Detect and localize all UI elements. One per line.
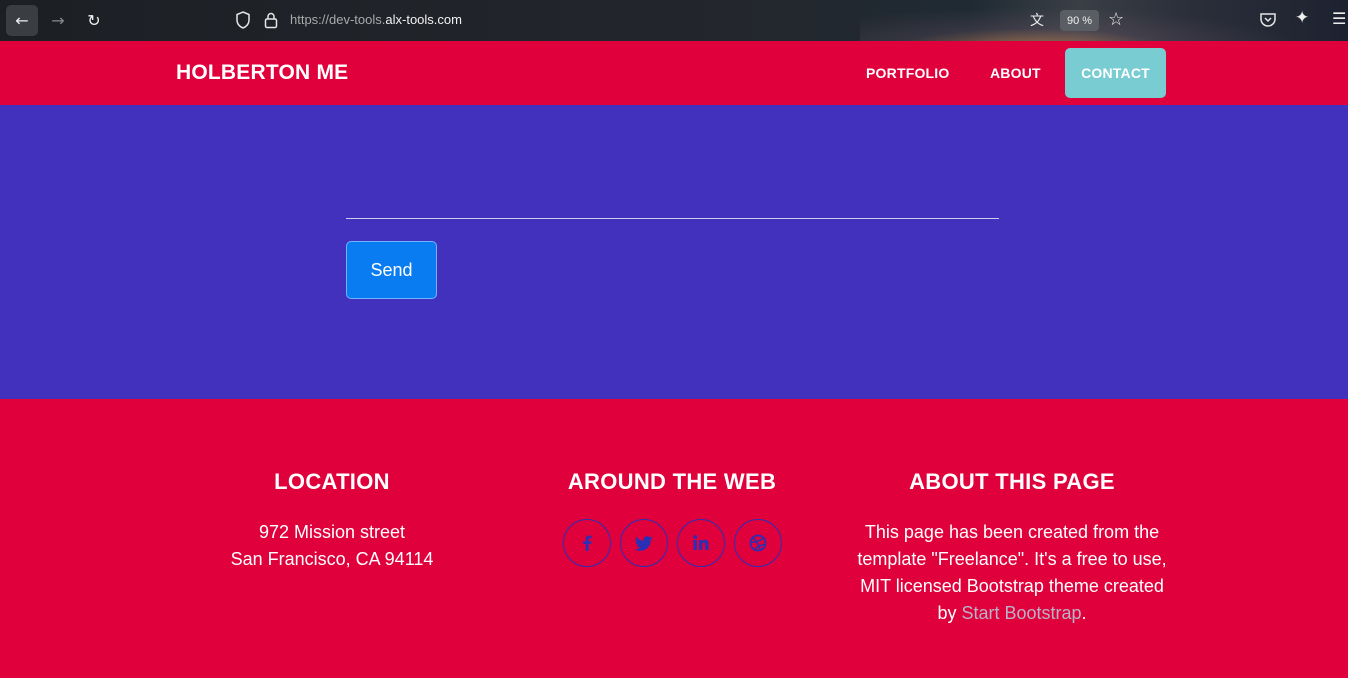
linkedin-link[interactable]: [676, 519, 725, 567]
lock-icon[interactable]: [262, 10, 280, 30]
nav-about[interactable]: ABOUT: [990, 65, 1041, 81]
pocket-icon[interactable]: [1258, 10, 1278, 30]
address-line-1: 972 Mission street: [258, 522, 406, 542]
dribbble-icon: [749, 534, 766, 552]
twitter-icon: [634, 536, 652, 551]
back-icon[interactable]: ←: [6, 5, 38, 36]
footer-location: LOCATION 972 Mission street San Francisc…: [182, 469, 482, 573]
footer-about: ABOUT THIS PAGE This page has been creat…: [852, 469, 1172, 627]
nav-portfolio[interactable]: PORTFOLIO: [866, 65, 949, 81]
footer: LOCATION 972 Mission street San Francisc…: [0, 399, 1348, 678]
site-navbar: HOLBERTON ME PORTFOLIO ABOUT CONTACT: [0, 41, 1348, 105]
translate-icon[interactable]: 文: [1030, 10, 1050, 30]
reload-icon[interactable]: ↻: [78, 5, 110, 36]
brand-logo[interactable]: HOLBERTON ME: [176, 61, 348, 85]
url-host: alx-tools.com: [385, 12, 462, 27]
location-title: LOCATION: [274, 469, 390, 494]
twitter-link[interactable]: [619, 519, 668, 567]
start-bootstrap-link[interactable]: Start Bootstrap: [961, 603, 1081, 623]
facebook-link[interactable]: [562, 519, 611, 567]
about-text: This page has been created from the temp…: [852, 519, 1172, 627]
facebook-icon: [582, 535, 591, 551]
about-text-end: .: [1081, 603, 1087, 623]
forward-icon[interactable]: →: [42, 5, 74, 36]
message-input[interactable]: [346, 165, 999, 219]
around-web-title: AROUND THE WEB: [567, 469, 777, 494]
bookmark-star-icon[interactable]: ☆: [1108, 9, 1124, 30]
address-bar[interactable]: https://dev-tools.alx-tools.com: [290, 12, 462, 27]
url-prefix: https://dev-tools.: [290, 12, 386, 27]
extensions-icon[interactable]: ✦: [1295, 8, 1309, 28]
shield-icon[interactable]: [234, 10, 252, 30]
dribbble-link[interactable]: [733, 519, 782, 567]
contact-section: Send: [0, 105, 1348, 399]
about-title: ABOUT THIS PAGE: [909, 469, 1115, 494]
nav-contact[interactable]: CONTACT: [1065, 48, 1166, 98]
menu-icon[interactable]: ☰: [1332, 9, 1346, 28]
send-button[interactable]: Send: [346, 241, 437, 299]
address-line-2: San Francisco, CA 94114: [230, 549, 434, 569]
browser-toolbar: ← → ↻ https://dev-tools.alx-tools.com 文 …: [0, 0, 1348, 41]
linkedin-icon: [692, 535, 708, 550]
social-links: [522, 519, 822, 567]
footer-around-web: AROUND THE WEB: [522, 469, 822, 567]
zoom-level-badge[interactable]: 90 %: [1060, 10, 1100, 31]
